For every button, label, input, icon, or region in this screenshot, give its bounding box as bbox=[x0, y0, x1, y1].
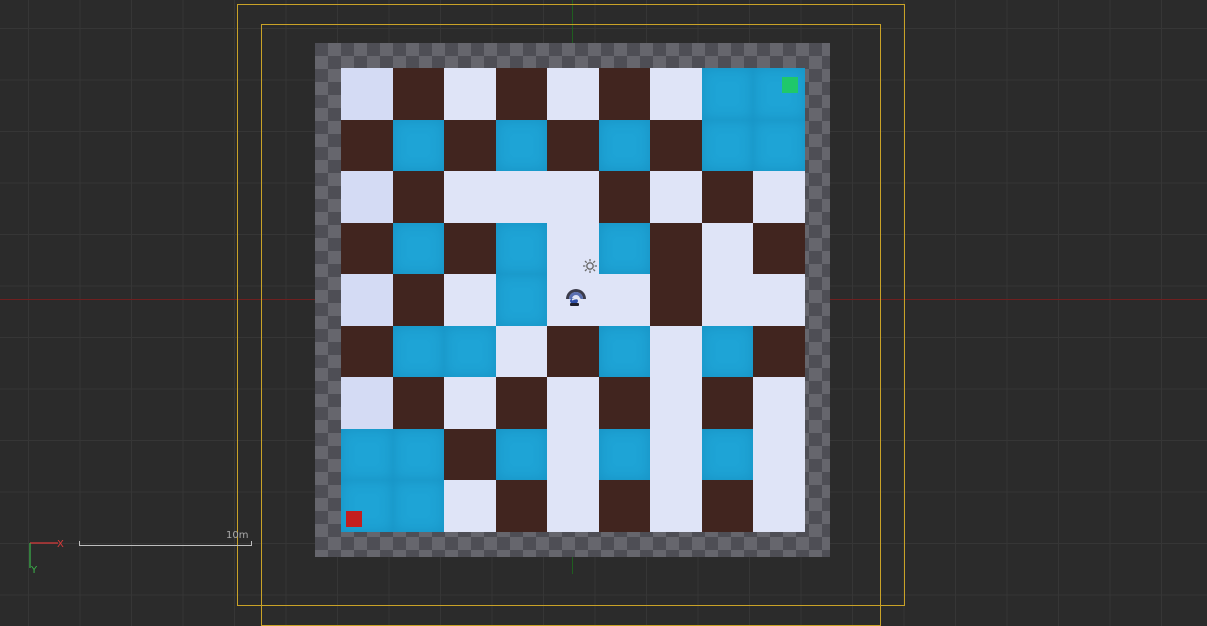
water-tile bbox=[753, 119, 805, 172]
water-tile bbox=[701, 119, 754, 172]
water-tile bbox=[495, 222, 548, 275]
water-tile bbox=[341, 428, 393, 481]
floor-tile bbox=[341, 171, 393, 223]
wall-tile bbox=[495, 480, 548, 532]
floor-tile bbox=[701, 222, 754, 275]
agent-icon[interactable] bbox=[564, 286, 588, 308]
wall-tile bbox=[444, 428, 496, 481]
wall-tile bbox=[701, 480, 754, 532]
scale-bar bbox=[79, 541, 252, 546]
floor-tile bbox=[598, 274, 651, 326]
water-tile bbox=[701, 68, 754, 120]
water-tile bbox=[392, 222, 445, 275]
water-tile bbox=[392, 480, 445, 532]
floor-tile bbox=[753, 274, 805, 326]
floor-tile bbox=[650, 377, 702, 429]
water-tile bbox=[753, 68, 805, 120]
floor-tile bbox=[341, 377, 393, 429]
wall-tile bbox=[341, 325, 393, 378]
wall-tile bbox=[598, 480, 651, 532]
wall-tile bbox=[650, 274, 702, 326]
scene-viewport[interactable]: { "scene": { "grid": [ ["floor","wall","… bbox=[0, 0, 1207, 626]
floor-tile bbox=[547, 480, 599, 532]
scale-bar-label: 10m bbox=[226, 530, 249, 541]
wall-tile bbox=[598, 171, 651, 223]
water-tile bbox=[701, 428, 754, 481]
wall-tile bbox=[650, 119, 702, 172]
floor-tile bbox=[547, 171, 599, 223]
floor-tile bbox=[495, 171, 548, 223]
water-tile bbox=[598, 428, 651, 481]
wall-tile bbox=[650, 222, 702, 275]
water-tile bbox=[598, 119, 651, 172]
floor-tile bbox=[701, 274, 754, 326]
gizmo-y-label: Y bbox=[30, 565, 38, 574]
gizmo-x-label: X bbox=[57, 539, 64, 550]
floor-tile bbox=[753, 480, 805, 532]
floor-tile bbox=[547, 68, 599, 120]
floor-tile bbox=[341, 68, 393, 120]
wall-tile bbox=[392, 171, 445, 223]
wall-tile bbox=[547, 325, 599, 378]
wall-tile bbox=[753, 325, 805, 378]
wall-tile bbox=[753, 222, 805, 275]
wall-tile bbox=[341, 222, 393, 275]
floor-tile bbox=[444, 68, 496, 120]
axis-gizmo-icon: X Y bbox=[29, 539, 64, 574]
wall-tile bbox=[547, 119, 599, 172]
wall-tile bbox=[598, 68, 651, 120]
floor-tile bbox=[444, 377, 496, 429]
wall-tile bbox=[444, 222, 496, 275]
wall-tile bbox=[701, 171, 754, 223]
wall-tile bbox=[701, 377, 754, 429]
floor-tile bbox=[547, 428, 599, 481]
floor-tile bbox=[753, 428, 805, 481]
floor-tile bbox=[547, 377, 599, 429]
wall-tile bbox=[392, 377, 445, 429]
floor-tile bbox=[650, 480, 702, 532]
wall-tile bbox=[495, 68, 548, 120]
floor-tile bbox=[341, 274, 393, 326]
wall-tile bbox=[495, 377, 548, 429]
floor-tile bbox=[650, 325, 702, 378]
wall-tile bbox=[341, 119, 393, 172]
water-tile bbox=[701, 325, 754, 378]
goal-marker[interactable] bbox=[782, 77, 798, 93]
water-tile bbox=[392, 428, 445, 481]
floor-tile bbox=[444, 480, 496, 532]
light-icon[interactable] bbox=[582, 258, 598, 274]
water-tile bbox=[598, 222, 651, 275]
water-tile bbox=[495, 274, 548, 326]
wall-tile bbox=[598, 377, 651, 429]
water-tile bbox=[495, 119, 548, 172]
water-tile bbox=[495, 428, 548, 481]
floor-tile bbox=[753, 171, 805, 223]
floor-tile bbox=[650, 171, 702, 223]
water-tile bbox=[392, 325, 445, 378]
water-tile bbox=[444, 325, 496, 378]
floor-tile bbox=[753, 377, 805, 429]
water-tile bbox=[392, 119, 445, 172]
wall-tile bbox=[444, 119, 496, 172]
wall-tile bbox=[392, 274, 445, 326]
floor-tile bbox=[650, 428, 702, 481]
water-tile bbox=[598, 325, 651, 378]
floor-tile bbox=[495, 325, 548, 378]
wall-tile bbox=[392, 68, 445, 120]
floor-tile bbox=[444, 274, 496, 326]
start-marker[interactable] bbox=[346, 511, 362, 527]
floor-tile bbox=[650, 68, 702, 120]
floor-tile bbox=[444, 171, 496, 223]
